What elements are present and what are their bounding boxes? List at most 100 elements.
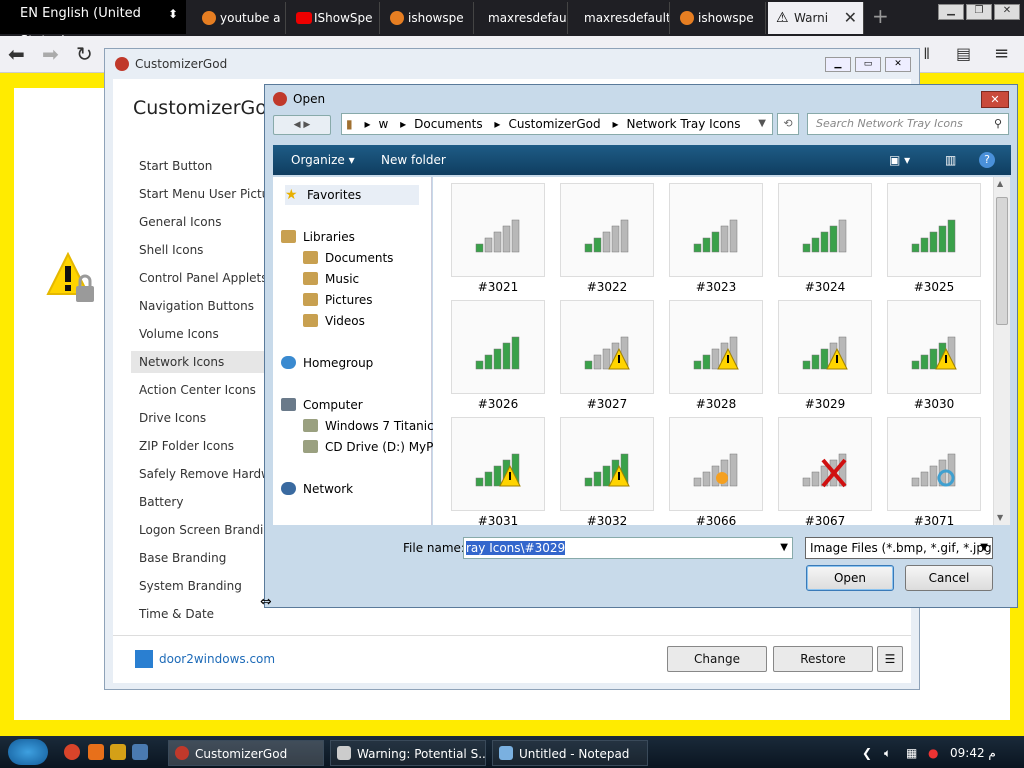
nav-drive-c[interactable]: Windows 7 Titanic E: [303, 416, 445, 436]
menu-button[interactable]: ☰: [877, 646, 903, 672]
browser-tab[interactable]: youtube a: [194, 2, 286, 34]
organize-button[interactable]: Organize ▾: [291, 145, 355, 175]
clock[interactable]: 09:42 م: [950, 740, 996, 766]
folder-icon[interactable]: [110, 744, 126, 760]
sidebar-item[interactable]: Control Panel Applets Side: [131, 267, 279, 289]
reload-icon[interactable]: ↻: [76, 36, 93, 72]
sidebar-item[interactable]: Volume Icons: [131, 323, 279, 345]
help-icon[interactable]: ?: [979, 152, 995, 168]
browser-tab-active[interactable]: ⚠ Warni ✕: [768, 2, 864, 34]
record-icon[interactable]: ●: [928, 740, 938, 766]
file-tile[interactable]: [669, 417, 763, 511]
file-tile[interactable]: [887, 417, 981, 511]
address-bar[interactable]: ▮ ▸ w ▸ Documents ▸ CustomizerGod ▸ Network …: [341, 113, 773, 135]
close-icon[interactable]: ✕: [885, 57, 911, 72]
refresh-icon[interactable]: ⟲: [777, 113, 799, 135]
file-tile[interactable]: [669, 183, 763, 277]
sidebar-item[interactable]: Logon Screen Branding: [131, 519, 279, 541]
sidebar-item[interactable]: System Branding: [131, 575, 279, 597]
file-tile[interactable]: [560, 417, 654, 511]
file-tile[interactable]: [887, 300, 981, 394]
minimize-icon[interactable]: ▁: [938, 4, 964, 20]
nav-music[interactable]: Music: [303, 269, 359, 289]
nav-libraries[interactable]: Libraries: [281, 227, 355, 247]
breadcrumb-w[interactable]: w: [378, 114, 388, 134]
show-hidden-icons-icon[interactable]: ❮: [862, 740, 872, 766]
close-icon[interactable]: ✕: [994, 4, 1020, 20]
browser-tab[interactable]: IShowSpe: [288, 2, 380, 34]
task-notepad[interactable]: Untitled - Notepad: [492, 740, 648, 766]
task-customizergod[interactable]: CustomizerGod: [168, 740, 324, 766]
sidebar-item[interactable]: ZIP Folder Icons: [131, 435, 279, 457]
chevron-down-icon[interactable]: ▼: [780, 538, 788, 558]
nav-drive-d[interactable]: CD Drive (D:) MyPal(: [303, 437, 445, 457]
file-tile[interactable]: [778, 183, 872, 277]
task-warning[interactable]: Warning: Potential S...: [330, 740, 486, 766]
change-button[interactable]: Change: [667, 646, 767, 672]
chevron-down-icon[interactable]: ▼: [758, 114, 766, 134]
file-tile[interactable]: [451, 300, 545, 394]
browser-tab[interactable]: ishowspe: [382, 2, 474, 34]
sidebar-item[interactable]: Time & Date: [131, 603, 279, 625]
sidebar-item[interactable]: Action Center Icons: [131, 379, 279, 401]
library-icon[interactable]: 𝍪: [924, 36, 929, 72]
search-icon[interactable]: ⚲: [994, 114, 1002, 134]
nav-documents[interactable]: Documents: [303, 248, 393, 268]
close-icon[interactable]: ✕: [981, 91, 1009, 108]
cancel-button[interactable]: Cancel: [905, 565, 993, 591]
breadcrumb-documents[interactable]: Documents: [414, 114, 482, 134]
open-button[interactable]: Open: [806, 565, 894, 591]
taskbar-app-icon[interactable]: [132, 744, 148, 760]
file-tile[interactable]: [451, 417, 545, 511]
file-tile[interactable]: [887, 183, 981, 277]
browser-tab[interactable]: maxresdefaulti: [570, 2, 670, 34]
scroll-up-icon[interactable]: ▲: [997, 179, 1003, 188]
start-button[interactable]: [8, 739, 48, 765]
nav-homegroup[interactable]: Homegroup: [281, 353, 373, 373]
chrome-icon[interactable]: [64, 744, 80, 760]
maximize-icon[interactable]: ▭: [855, 57, 881, 72]
breadcrumb-network-tray-icons[interactable]: Network Tray Icons: [626, 114, 740, 134]
file-tile[interactable]: [778, 417, 872, 511]
view-icon[interactable]: ▣ ▾: [889, 145, 910, 175]
back-forward-buttons[interactable]: ◀ ▶: [273, 115, 331, 135]
firefox-icon[interactable]: [88, 744, 104, 760]
restore-button[interactable]: Restore: [773, 646, 873, 672]
door2windows-link[interactable]: door2windows.com: [135, 650, 275, 668]
file-tile[interactable]: [560, 300, 654, 394]
file-tile[interactable]: [560, 183, 654, 277]
preview-pane-icon[interactable]: ▥: [945, 145, 956, 175]
file-name-input[interactable]: ray Icons\#3029 ▼: [463, 537, 793, 559]
sidebar-item[interactable]: Network Icons: [131, 351, 279, 373]
nav-favorites[interactable]: ★ Favorites: [285, 185, 419, 205]
maximize-icon[interactable]: ❐: [966, 4, 992, 20]
scroll-down-icon[interactable]: ▼: [997, 513, 1003, 522]
sidebar-item[interactable]: Start Button: [131, 155, 279, 177]
new-tab-button[interactable]: +: [872, 4, 889, 28]
file-tile[interactable]: [778, 300, 872, 394]
sidebar-item[interactable]: Safely Remove Hardware: [131, 463, 279, 485]
sidebar-item[interactable]: Navigation Buttons: [131, 295, 279, 317]
browser-tab[interactable]: ishowspe: [672, 2, 766, 34]
file-tile[interactable]: [669, 300, 763, 394]
network-tray-icon[interactable]: ▦: [906, 740, 917, 766]
sidebar-item[interactable]: Shell Icons: [131, 239, 279, 261]
sidebar-item[interactable]: General Icons: [131, 211, 279, 233]
file-type-select[interactable]: Image Files (*.bmp, *.gif, *.jpg, ▼: [805, 537, 993, 559]
nav-network[interactable]: Network: [281, 479, 353, 499]
scrollbar-thumb[interactable]: [996, 197, 1008, 325]
language-indicator[interactable]: EN English (United States)⬍: [0, 0, 186, 49]
sidebar-item[interactable]: Start Menu User Picture F: [131, 183, 279, 205]
nav-pictures[interactable]: Pictures: [303, 290, 373, 310]
breadcrumb-customizergod[interactable]: CustomizerGod: [508, 114, 600, 134]
nav-videos[interactable]: Videos: [303, 311, 365, 331]
sidebar-item[interactable]: Battery: [131, 491, 279, 513]
sidebar-icon[interactable]: ▤: [956, 36, 971, 72]
browser-tab[interactable]: maxresdefaulti: [476, 2, 568, 34]
file-tile[interactable]: [451, 183, 545, 277]
close-tab-icon[interactable]: ✕: [844, 2, 857, 34]
new-folder-button[interactable]: New folder: [381, 145, 446, 175]
window-titlebar[interactable]: CustomizerGod: [105, 49, 919, 79]
sidebar-item[interactable]: Base Branding: [131, 547, 279, 569]
volume-icon[interactable]: 🔈︎: [884, 740, 891, 766]
